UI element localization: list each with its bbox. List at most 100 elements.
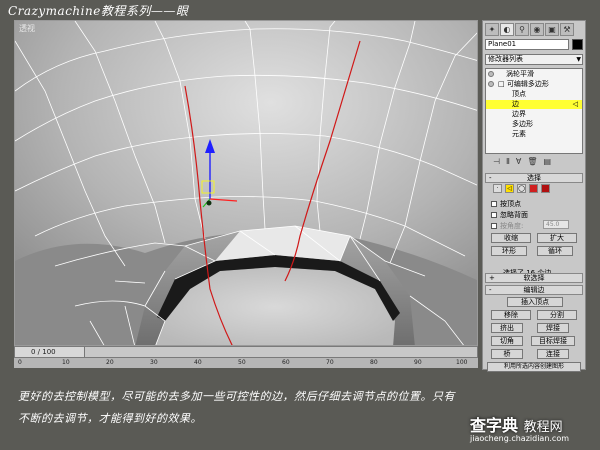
checkbox-box[interactable] xyxy=(491,212,497,218)
ruler-tick: 90 xyxy=(414,359,422,366)
time-slider[interactable]: 0 / 100 xyxy=(15,347,85,357)
edge-level-icon: ◁ xyxy=(572,100,578,108)
ruler-tick: 10 xyxy=(62,359,70,366)
create-tab-icon[interactable]: ✦ xyxy=(485,23,499,36)
stack-item-label: 顶点 xyxy=(512,90,526,98)
loop-button[interactable]: 循环 xyxy=(537,246,573,256)
make-unique-icon[interactable]: ∀ xyxy=(516,157,521,169)
ignore-backfacing-label: 忽略背面 xyxy=(500,211,528,219)
tutorial-title: Crazymachine教程系列——眼 xyxy=(8,4,189,18)
ruler-tick: 20 xyxy=(106,359,114,366)
stack-item-label: □ 可编辑多边形 xyxy=(498,80,549,88)
extrude-button[interactable]: 挤出 xyxy=(491,323,523,333)
lightbulb-icon[interactable] xyxy=(488,81,494,87)
modifier-list-label: 修改器列表 xyxy=(488,55,523,63)
viewport-label[interactable]: 透视 xyxy=(19,23,35,34)
selection-rollout-title: 选择 xyxy=(527,174,541,182)
ruler-tick: 100 xyxy=(456,359,468,366)
ruler-tick: 40 xyxy=(194,359,202,366)
collapse-icon: - xyxy=(489,286,492,294)
bridge-button[interactable]: 桥 xyxy=(491,349,523,359)
stack-item-label: 涡轮平滑 xyxy=(506,70,534,78)
checkbox-box[interactable] xyxy=(491,201,497,207)
display-tab-icon[interactable]: ▣ xyxy=(545,23,559,36)
mesh-render xyxy=(15,21,477,345)
ruler-tick: 30 xyxy=(150,359,158,366)
stack-item-edge[interactable]: 边 ◁ xyxy=(486,100,582,109)
grow-button[interactable]: 扩大 xyxy=(537,233,577,243)
watermark-brand-sub: 教程网 xyxy=(523,420,563,435)
perspective-viewport[interactable]: 透视 xyxy=(14,20,478,346)
insert-vertex-button[interactable]: 插入顶点 xyxy=(507,297,563,307)
pin-stack-icon[interactable]: ⊣ xyxy=(493,157,500,169)
checkbox-box[interactable] xyxy=(491,223,497,229)
edit-edges-title: 编辑边 xyxy=(523,286,545,294)
stack-item-element[interactable]: 元素 xyxy=(486,130,582,139)
create-shape-button[interactable]: 利用所选内容创建图形 xyxy=(487,362,581,372)
stack-item-label: 边 xyxy=(512,100,519,108)
stack-item-label: 元素 xyxy=(512,130,526,138)
tutorial-frame: Crazymachine教程系列——眼 透视 0 / 100 0 10 20 3… xyxy=(0,0,600,450)
soft-selection-title: 软选择 xyxy=(523,274,545,282)
lightbulb-icon[interactable] xyxy=(488,71,494,77)
stack-item-label: 边界 xyxy=(512,110,526,118)
stack-item-editable-poly[interactable]: □ 可编辑多边形 xyxy=(486,80,582,89)
by-angle-label: 按角度: xyxy=(500,222,524,230)
ring-button[interactable]: 环形 xyxy=(491,246,527,256)
stack-item-border[interactable]: 边界 xyxy=(486,110,582,119)
chevron-down-icon: ▼ xyxy=(576,56,581,63)
polygon-icon[interactable] xyxy=(529,184,538,193)
object-name-field[interactable]: Plane01 xyxy=(485,39,569,50)
utilities-tab-icon[interactable]: ⚒ xyxy=(560,23,574,36)
watermark-brand: 查字典 xyxy=(470,416,519,435)
ignore-backfacing-checkbox[interactable]: 忽略背面 xyxy=(491,210,528,220)
by-vertex-label: 按顶点 xyxy=(500,200,521,208)
collapse-icon: - xyxy=(489,174,492,182)
remove-modifier-icon[interactable]: 🗑 xyxy=(527,157,537,169)
ruler-tick: 60 xyxy=(282,359,290,366)
stack-toolbar: ⊣ Ⅱ ∀ 🗑 ▤ xyxy=(485,157,583,169)
track-bar-ruler[interactable]: 0 10 20 30 40 50 60 70 80 90 100 xyxy=(14,358,478,368)
stack-item-polygon[interactable]: 多边形 xyxy=(486,120,582,129)
expand-icon: + xyxy=(489,274,495,282)
motion-tab-icon[interactable]: ◉ xyxy=(530,23,544,36)
modifier-stack: 涡轮平滑 □ 可编辑多边形 顶点 边 ◁ 边界 多边形 元素 xyxy=(485,68,583,154)
split-button[interactable]: 分割 xyxy=(537,310,577,320)
watermark-logo: 查字典 教程网 xyxy=(470,412,563,436)
watermark-url: jiaocheng.chazidian.com xyxy=(470,434,570,443)
panel-tabs: ✦ ◐ ⚲ ◉ ▣ ⚒ xyxy=(485,23,574,36)
shrink-button[interactable]: 收缩 xyxy=(491,233,531,243)
ruler-tick: 0 xyxy=(18,359,22,366)
vertex-icon[interactable]: · xyxy=(493,184,502,193)
connect-button[interactable]: 连接 xyxy=(537,349,569,359)
modifier-list-dropdown[interactable]: 修改器列表 ▼ xyxy=(485,54,583,65)
ruler-tick: 50 xyxy=(238,359,246,366)
weld-button[interactable]: 焊接 xyxy=(537,323,569,333)
ruler-tick: 80 xyxy=(370,359,378,366)
object-color-swatch[interactable] xyxy=(572,39,583,50)
edge-icon[interactable]: ◁ xyxy=(505,184,514,193)
command-panel: ✦ ◐ ⚲ ◉ ▣ ⚒ Plane01 修改器列表 ▼ 涡轮平滑 □ 可编辑多边… xyxy=(482,20,586,372)
configure-sets-icon[interactable]: ▤ xyxy=(544,157,552,169)
remove-button[interactable]: 移除 xyxy=(491,310,531,320)
by-angle-checkbox[interactable]: 按角度: xyxy=(491,221,523,231)
ruler-tick: 70 xyxy=(326,359,334,366)
border-icon[interactable]: ◯ xyxy=(517,184,526,193)
chamfer-button[interactable]: 切角 xyxy=(491,336,523,346)
element-icon[interactable] xyxy=(541,184,550,193)
selection-rollout-header[interactable]: - 选择 xyxy=(485,173,583,183)
caption-line: 更好的去控制模型，尽可能的去多加一些可控性的边，然后仔细去调节点的位置。只有 xyxy=(18,390,455,403)
time-slider-track[interactable]: 0 / 100 xyxy=(14,346,478,358)
stack-item-vertex[interactable]: 顶点 xyxy=(486,90,582,99)
show-end-result-icon[interactable]: Ⅱ xyxy=(506,157,510,169)
hierarchy-tab-icon[interactable]: ⚲ xyxy=(515,23,529,36)
angle-spinner[interactable]: 45.0 xyxy=(543,220,569,229)
stack-item-turbosmooth[interactable]: 涡轮平滑 xyxy=(486,70,582,79)
soft-selection-rollout-header[interactable]: + 软选择 xyxy=(485,273,583,283)
by-vertex-checkbox[interactable]: 按顶点 xyxy=(491,199,521,209)
subobject-icons: · ◁ ◯ xyxy=(493,184,550,193)
stack-item-label: 多边形 xyxy=(512,120,533,128)
modify-tab-icon[interactable]: ◐ xyxy=(500,23,514,36)
target-weld-button[interactable]: 目标焊接 xyxy=(531,336,575,346)
edit-edges-rollout-header[interactable]: - 编辑边 xyxy=(485,285,583,295)
